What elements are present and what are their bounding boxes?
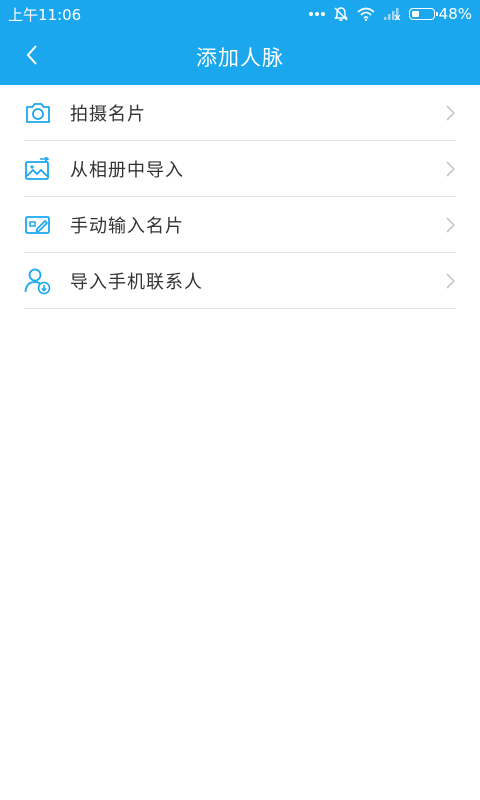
battery-fill xyxy=(411,11,420,17)
chevron-right-icon xyxy=(444,160,456,178)
status-icons: 48% xyxy=(308,5,472,23)
chevron-right-icon xyxy=(444,216,456,234)
menu-item-label: 导入手机联系人 xyxy=(70,271,203,293)
status-bar: 上午11:06 48% xyxy=(0,0,480,28)
menu-item-label: 从相册中导入 xyxy=(70,159,184,181)
menu-item-label: 手动输入名片 xyxy=(70,215,184,237)
contact-import-icon xyxy=(24,267,52,295)
menu-item-import-album[interactable]: 从相册中导入 xyxy=(24,141,456,197)
menu-item-manual-entry[interactable]: 手动输入名片 xyxy=(24,197,456,253)
wifi-icon xyxy=(357,7,375,21)
battery-icon xyxy=(408,8,438,20)
more-dots-icon xyxy=(308,11,325,17)
photo-album-icon xyxy=(24,155,52,183)
alarm-off-icon xyxy=(333,6,349,22)
title-bar: 添加人脉 xyxy=(0,28,480,85)
cell-signal-icon xyxy=(383,7,401,21)
edit-card-icon xyxy=(24,211,52,239)
menu-item-take-photo[interactable]: 拍摄名片 xyxy=(24,85,456,141)
status-time: 上午11:06 xyxy=(8,5,82,24)
battery-indicator: 48% xyxy=(408,5,472,23)
page-title: 添加人脉 xyxy=(196,45,284,70)
add-contact-menu: 拍摄名片 从相册中导入 手动输入名片 导入手机联系人 xyxy=(24,85,456,309)
camera-icon xyxy=(24,99,52,127)
chevron-right-icon xyxy=(444,104,456,122)
battery-percent: 48% xyxy=(438,5,472,23)
menu-item-import-contacts[interactable]: 导入手机联系人 xyxy=(24,253,456,309)
chevron-right-icon xyxy=(444,272,456,290)
menu-item-label: 拍摄名片 xyxy=(70,103,146,125)
